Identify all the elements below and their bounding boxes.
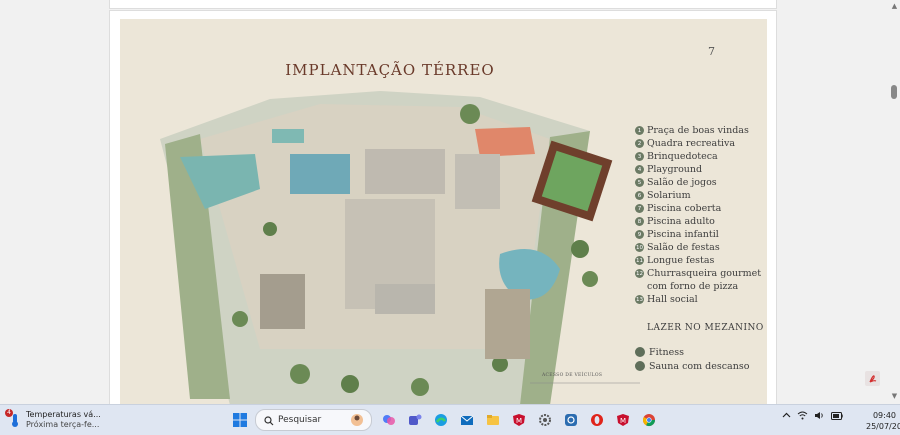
search-icon	[264, 411, 274, 430]
legend-item: 4 Playground	[635, 163, 761, 176]
windows-start-icon[interactable]	[229, 409, 251, 431]
legend-item: 3 Brinquedoteca	[635, 150, 761, 163]
scroll-down-icon[interactable]: ▼	[889, 392, 900, 400]
settings-cog-icon[interactable]	[560, 409, 582, 431]
legend-item: 7 Piscina coberta	[635, 202, 761, 215]
battery-icon[interactable]	[831, 411, 843, 423]
notification-badge: 4	[5, 409, 13, 417]
scroll-up-icon[interactable]: ▲	[889, 2, 900, 10]
mezzanine-title: LAZER NO MEZANINO	[647, 323, 764, 333]
search-box[interactable]: Pesquisar	[255, 409, 372, 431]
chevron-up-icon[interactable]	[782, 411, 791, 423]
teams-icon[interactable]	[404, 409, 426, 431]
wifi-icon[interactable]	[797, 411, 808, 423]
mcafee-shield-icon[interactable]: M	[612, 409, 634, 431]
search-highlight-icon	[349, 412, 365, 428]
weather-widget[interactable]: 4 Temperaturas vá... Próxima terça-fe...	[5, 409, 101, 430]
vertical-scrollbar[interactable]: ▲ ▼	[889, 0, 900, 404]
search-placeholder: Pesquisar	[278, 415, 322, 425]
scroll-thumb[interactable]	[891, 85, 897, 99]
legend: 1 Praça de boas vindas 2 Quadra recreativa…	[635, 124, 761, 306]
clock[interactable]: 09:40 25/07/2025	[866, 410, 900, 432]
settings-icon[interactable]	[534, 409, 556, 431]
legend-item: 9 Piscina infantil	[635, 228, 761, 241]
copilot-icon[interactable]	[378, 409, 400, 431]
legend-item: 8 Piscina adulto	[635, 215, 761, 228]
mezzanine-legend: Fitness Sauna com descanso	[635, 345, 749, 373]
clock-time: 09:40	[872, 411, 896, 420]
legend-item-continuation: com forno de pizza	[647, 281, 739, 292]
thermometer-icon: 4	[5, 409, 22, 427]
legend-item: 12 Churrasqueira gourmet	[635, 268, 762, 279]
legend-item: 1 Praça de boas vindas	[635, 124, 761, 137]
legend-dot-icon	[635, 361, 645, 371]
mcafee-icon[interactable]: M	[508, 409, 530, 431]
mezzanine-item: Sauna com descanso	[635, 359, 749, 373]
taskbar: 4 Temperaturas vá... Próxima terça-fe...…	[0, 404, 900, 435]
opera-icon[interactable]	[586, 409, 608, 431]
svg-text:M: M	[620, 417, 626, 425]
svg-text:M: M	[516, 417, 522, 425]
edge-icon[interactable]	[430, 409, 452, 431]
weather-title: Temperaturas vá...	[26, 410, 101, 419]
legend-item: 10 Salão de festas	[635, 242, 720, 253]
taskbar-apps: Pesquisar M M	[229, 409, 664, 431]
legend-item: 2 Quadra recreativa	[635, 137, 761, 150]
legend-dot-icon	[635, 347, 645, 357]
vehicle-access-label: ACESSO DE VEÍCULOS	[542, 373, 603, 378]
pdf-page: IMPLANTAÇÃO TÉRREO 7 1 Praça de boas vin…	[109, 10, 777, 406]
legend-item: 13 Hall social	[635, 294, 698, 305]
pdf-icon[interactable]	[865, 371, 880, 386]
mezzanine-item: Fitness	[635, 345, 749, 359]
file-explorer-icon[interactable]	[482, 409, 504, 431]
mail-icon[interactable]	[456, 409, 478, 431]
system-tray	[782, 411, 849, 423]
legend-item: 11 Longue festas	[635, 255, 715, 266]
floor-plan-sheet: IMPLANTAÇÃO TÉRREO 7 1 Praça de boas vin…	[120, 19, 767, 405]
chrome-icon[interactable]	[638, 409, 660, 431]
clock-date: 25/07/2025	[866, 422, 900, 431]
legend-item: 6 Solarium	[635, 189, 761, 202]
legend-item: 5 Salão de jogos	[635, 176, 761, 189]
volume-icon[interactable]	[814, 411, 825, 423]
pdf-viewer: IMPLANTAÇÃO TÉRREO 7 1 Praça de boas vin…	[0, 0, 900, 406]
weather-subtitle: Próxima terça-fe...	[26, 420, 100, 429]
previous-page-edge	[109, 0, 777, 9]
